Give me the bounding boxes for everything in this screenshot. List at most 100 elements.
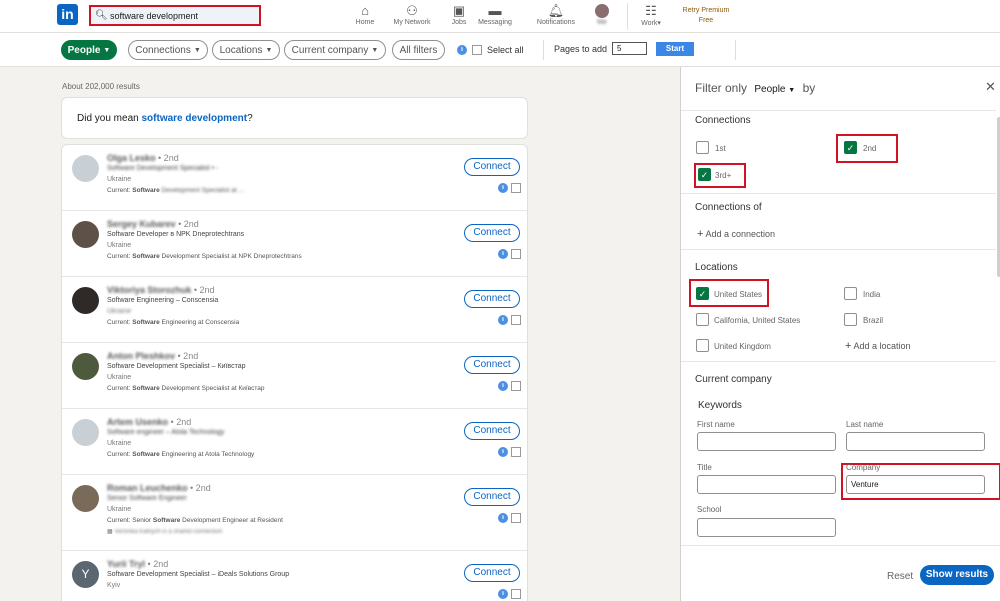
person-name-line[interactable]: Viktoriya Storozhuk • 2nd [107,285,215,295]
person-name-line[interactable]: Roman Leuchenko • 2nd [107,483,211,493]
person-name-line[interactable]: Sergey Kubarev • 2nd [107,219,199,229]
person-current: Current: Senior Software Development Eng… [107,517,283,524]
current-highlight: Software [132,385,160,392]
row-checkbox[interactable] [511,381,521,391]
show-results-button[interactable]: Show results [920,565,994,585]
caret-down-icon: ▼ [193,46,201,54]
person-name-line[interactable]: Yurii Tryl • 2nd [107,559,168,569]
premium-line: Retry Premium [682,7,730,14]
checkbox-brazil[interactable] [844,313,857,326]
checkbox-3rd[interactable]: ✓ [698,168,711,181]
search-value: software development [110,10,199,21]
connect-button[interactable]: Connect [464,158,520,176]
avatar[interactable] [72,419,99,446]
select-all-label: Select all [487,45,524,55]
current-rest: Development Specialist at NPK Dneprotech… [159,253,302,260]
person-location: Ukraine [107,308,132,315]
checkbox-united-states[interactable]: ✓ [696,287,709,300]
checkbox-2nd[interactable]: ✓ [844,141,857,154]
person-name: Sergey Kubarev [107,219,176,229]
avatar[interactable] [72,221,99,248]
checkbox-label: United Kingdom [714,342,771,351]
connections-filter-button[interactable]: Connections ▼ [128,40,208,60]
nav-label: My Network [393,19,431,26]
shared-connection-text: Veronika Kalnych is a shared connection [114,529,223,535]
avatar[interactable] [72,485,99,512]
avatar[interactable] [72,353,99,380]
avatar[interactable]: Y [72,561,99,588]
nav-my-network[interactable]: ⚇ My Network [390,3,434,26]
plus-icon: + [845,340,852,352]
pages-to-add-input[interactable]: 5 [612,42,647,55]
row-checkbox[interactable] [511,447,521,457]
last-name-input[interactable] [846,432,985,451]
connect-button[interactable]: Connect [464,356,520,374]
row-checkbox[interactable] [511,183,521,193]
close-icon[interactable]: ✕ [985,79,996,95]
person-current: Current: Software Engineering at Conscen… [107,319,239,326]
row-checkbox[interactable] [511,513,521,523]
first-name-input[interactable] [697,432,836,451]
connection-degree: • 2nd [170,417,192,427]
select-all-checkbox[interactable] [472,45,482,55]
nav-work[interactable]: ☷ Work▾ [637,3,665,27]
filter-divider [735,40,736,60]
filter-divider [543,40,544,60]
start-button[interactable]: Start [656,42,694,56]
person-headline: Senior Software Engineer [107,495,187,502]
person-name-line[interactable]: Anton Pleshkov • 2nd [107,351,198,361]
current-prefix: Current: [107,319,133,326]
person-name-line[interactable]: Artem Usenko • 2nd [107,417,191,427]
connect-button[interactable]: Connect [464,564,520,582]
search-input[interactable]: 🔍︎ software development [89,5,261,26]
checkbox-united-kingdom[interactable] [696,339,709,352]
current-company-filter-button[interactable]: Current company ▼ [284,40,386,60]
list-item: Y Yurii Tryl • 2nd Software Development … [62,551,527,601]
connect-button[interactable]: Connect [464,290,520,308]
nav-me[interactable]: Me [592,3,612,26]
extension-icon: li [498,315,508,325]
connection-degree: • 2nd [158,153,179,163]
linkedin-logo[interactable]: in [57,4,78,25]
school-input[interactable] [697,518,836,537]
company-input[interactable]: Venture [846,475,985,494]
row-checkbox[interactable] [511,315,521,325]
connect-button[interactable]: Connect [464,488,520,506]
list-item: Anton Pleshkov • 2nd Software Developmen… [62,343,527,409]
did-you-mean-link[interactable]: software development [141,113,247,124]
person-name-line[interactable]: Olga Lesko • 2nd [107,153,179,163]
grid-icon: ☷ [645,3,657,18]
row-checkbox[interactable] [511,249,521,259]
locations-filter-button[interactable]: Locations ▼ [212,40,280,60]
checkbox-1st[interactable] [696,141,709,154]
reset-button[interactable]: Reset [887,571,913,582]
checkbox-california[interactable] [696,313,709,326]
section-title: Connections [695,115,751,126]
add-location-button[interactable]: + Add a location [845,340,911,352]
avatar[interactable] [72,287,99,314]
add-connection-button[interactable]: + Add a connection [697,228,775,240]
nav-home[interactable]: ⌂ Home [354,3,376,26]
list-item: Sergey Kubarev • 2nd Software Developer … [62,211,527,277]
pill-label: All filters [399,44,438,56]
row-checkbox[interactable] [511,589,521,599]
nav-notifications[interactable]: 🔔︎ Notifications [533,3,579,26]
nav-messaging[interactable]: ▬ Messaging [475,3,515,26]
nav-jobs[interactable]: ▣ Jobs [449,3,469,26]
title-input[interactable] [697,475,836,494]
avatar[interactable] [72,155,99,182]
checkbox-label: United States [714,290,763,299]
person-headline: Software engineer – Atola Technology [107,429,225,436]
results-count: About 202,000 results [62,82,140,91]
connect-button[interactable]: Connect [464,422,520,440]
section-title: Current company [695,374,772,385]
premium-link[interactable]: Retry Premium Free [678,6,734,26]
people-filter-button[interactable]: People ▼ [61,40,117,60]
current-prefix: Current: [107,187,133,194]
checkbox-india[interactable] [844,287,857,300]
filter-type-dropdown[interactable]: People ▼ [754,84,795,95]
connect-button[interactable]: Connect [464,224,520,242]
section-divider [681,193,996,194]
nav-divider [627,3,628,30]
all-filters-button[interactable]: All filters [392,40,445,60]
